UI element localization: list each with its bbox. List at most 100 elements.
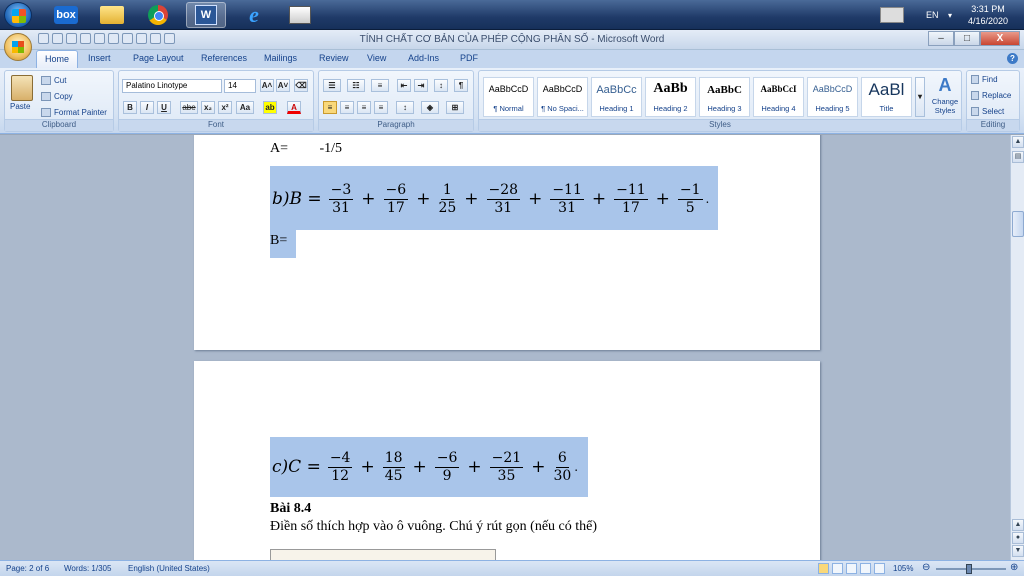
equation-c-fraction: −6 9 xyxy=(434,450,460,485)
language-dropdown-icon[interactable]: ▾ xyxy=(948,0,952,30)
outline-view-icon[interactable] xyxy=(860,563,871,574)
tab-view[interactable]: View xyxy=(367,53,386,63)
style-title[interactable]: AaBl Title xyxy=(861,77,912,117)
taskbar-paint[interactable] xyxy=(280,2,320,28)
bold-button[interactable]: B xyxy=(123,101,137,114)
font-name-field[interactable]: Palatino Linotype xyxy=(122,79,222,93)
font-color-button[interactable]: A xyxy=(287,101,301,114)
pen-tray-icon[interactable] xyxy=(880,7,904,23)
equation-c-operator: + xyxy=(467,457,482,477)
tab-pdf[interactable]: PDF xyxy=(460,53,478,63)
grow-font-button[interactable]: A˄ xyxy=(260,79,274,92)
minimize-button[interactable]: – xyxy=(928,31,954,46)
taskbar-word[interactable]: W xyxy=(186,2,226,28)
styles-scroll-icon[interactable]: ▾ xyxy=(915,77,925,117)
tab-page-layout[interactable]: Page Layout xyxy=(133,53,184,63)
style-heading-2[interactable]: AaBb Heading 2 xyxy=(645,77,696,117)
tab-mailings[interactable]: Mailings xyxy=(264,53,297,63)
zoom-slider-thumb[interactable] xyxy=(966,564,972,574)
scroll-up-icon[interactable]: ▲ xyxy=(1012,136,1024,148)
close-button[interactable]: X xyxy=(980,31,1020,46)
paragraph-group: ☰ ☷ ≡ ⇤ ⇥ ↕ ¶ ≡ ≡ ≡ ≡ ↕ ◈ ⊞ Paragraph xyxy=(318,70,474,132)
document-page[interactable]: c)C = −4 12 +18 45 + −6 9 + −21 35 +6 30. Bài 8.4 Đi… xyxy=(194,361,820,560)
previous-page-icon[interactable]: ▲ xyxy=(1012,519,1024,531)
align-right-button[interactable]: ≡ xyxy=(357,101,371,114)
equation-b-fraction: −3 31 xyxy=(328,182,354,217)
clock[interactable]: 3:31 PM 4/16/2020 xyxy=(958,3,1018,27)
bullets-button[interactable]: ☰ xyxy=(323,79,341,92)
zoom-level[interactable]: 105% xyxy=(893,564,913,573)
style-heading-4[interactable]: AaBbCcI Heading 4 xyxy=(753,77,804,117)
scroll-thumb[interactable] xyxy=(1012,211,1024,237)
multilevel-list-button[interactable]: ≡ xyxy=(371,79,389,92)
style-heading-5[interactable]: AaBbCcD Heading 5 xyxy=(807,77,858,117)
borders-button[interactable]: ⊞ xyxy=(446,101,464,114)
draft-view-icon[interactable] xyxy=(874,563,885,574)
justify-button[interactable]: ≡ xyxy=(374,101,388,114)
style-heading-3[interactable]: AaBbC Heading 3 xyxy=(699,77,750,117)
align-center-button[interactable]: ≡ xyxy=(340,101,354,114)
underline-button[interactable]: U xyxy=(157,101,171,114)
next-page-icon[interactable]: ▼ xyxy=(1012,545,1024,557)
start-button[interactable] xyxy=(4,2,32,28)
page-indicator[interactable]: Page: 2 of 6 xyxy=(6,564,49,573)
zoom-in-icon[interactable]: ⊕ xyxy=(1010,562,1018,573)
shading-button[interactable]: ◈ xyxy=(421,101,439,114)
increase-indent-button[interactable]: ⇥ xyxy=(414,79,428,92)
clear-format-button[interactable]: ⌫ xyxy=(294,79,308,92)
style-heading-1[interactable]: AaBbCc Heading 1 xyxy=(591,77,642,117)
paste-icon[interactable] xyxy=(11,75,33,101)
decrease-indent-button[interactable]: ⇤ xyxy=(397,79,411,92)
numbering-button[interactable]: ☷ xyxy=(347,79,365,92)
sort-button[interactable]: ↕ xyxy=(434,79,448,92)
select-button[interactable]: Select xyxy=(971,107,1004,116)
format-painter-button[interactable]: Format Painter xyxy=(41,108,107,117)
language-status[interactable]: English (United States) xyxy=(128,564,210,573)
shrink-font-button[interactable]: A˅ xyxy=(276,79,290,92)
vertical-scrollbar[interactable]: ▲ ▤ ▲ ● ▼ xyxy=(1010,135,1024,560)
word-count[interactable]: Words: 1/305 xyxy=(64,564,111,573)
cut-button[interactable]: Cut xyxy=(41,76,66,85)
show-formatting-button[interactable]: ¶ xyxy=(454,79,468,92)
document-workspace[interactable]: A= -1/5 b)B = −3 31 + −6 17 +1 25 + −28 31 + −11 31 + −… xyxy=(0,135,1010,560)
equation-c[interactable]: c)C = −4 12 +18 45 + −6 9 + −21 35 +6 30. xyxy=(272,443,578,491)
superscript-button[interactable]: x² xyxy=(218,101,232,114)
highlight-color-button[interactable]: ab xyxy=(263,101,277,114)
tab-insert[interactable]: Insert xyxy=(88,53,111,63)
print-layout-view-icon[interactable] xyxy=(818,563,829,574)
style-normal[interactable]: AaBbCcD ¶ Normal xyxy=(483,77,534,117)
paste-button[interactable]: Paste xyxy=(10,102,30,111)
align-left-button[interactable]: ≡ xyxy=(323,101,337,114)
tab-add-ins[interactable]: Add-Ins xyxy=(408,53,439,63)
change-styles-button[interactable]: A Change Styles xyxy=(929,75,961,115)
select-browse-object-icon[interactable]: ● xyxy=(1012,532,1024,544)
strikethrough-button[interactable]: abe xyxy=(180,101,198,114)
style-no-spacing[interactable]: AaBbCcD ¶ No Spaci... xyxy=(537,77,588,117)
web-layout-view-icon[interactable] xyxy=(846,563,857,574)
ruler-toggle-icon[interactable]: ▤ xyxy=(1012,151,1024,163)
taskbar-box[interactable]: box xyxy=(46,2,86,28)
replace-button[interactable]: Replace xyxy=(971,91,1011,100)
copy-button[interactable]: Copy xyxy=(41,92,73,101)
tab-review[interactable]: Review xyxy=(319,53,349,63)
tab-home[interactable]: Home xyxy=(36,50,79,68)
office-button[interactable] xyxy=(4,33,32,61)
document-page[interactable]: A= -1/5 b)B = −3 31 + −6 17 +1 25 + −28 31 + −11 31 + −… xyxy=(194,135,820,350)
equation-b[interactable]: b)B = −3 31 + −6 17 +1 25 + −28 31 + −11 31 + −11 17 + −1 5… xyxy=(272,175,709,223)
help-icon[interactable]: ? xyxy=(1007,53,1018,64)
taskbar-explorer[interactable] xyxy=(92,2,132,28)
full-screen-view-icon[interactable] xyxy=(832,563,843,574)
find-button[interactable]: Find xyxy=(971,75,998,84)
word-icon: W xyxy=(195,5,217,25)
taskbar-chrome[interactable] xyxy=(138,2,178,28)
font-size-field[interactable]: 14 xyxy=(224,79,256,93)
zoom-out-icon[interactable]: ⊖ xyxy=(922,562,930,573)
tab-references[interactable]: References xyxy=(201,53,247,63)
taskbar-ie[interactable]: e xyxy=(234,2,274,28)
line-spacing-button[interactable]: ↕ xyxy=(396,101,414,114)
maximize-button[interactable]: □ xyxy=(954,31,980,46)
subscript-button[interactable]: x₂ xyxy=(201,101,215,114)
italic-button[interactable]: I xyxy=(140,101,154,114)
change-case-button[interactable]: Aa xyxy=(236,101,254,114)
language-indicator[interactable]: EN xyxy=(926,0,939,30)
